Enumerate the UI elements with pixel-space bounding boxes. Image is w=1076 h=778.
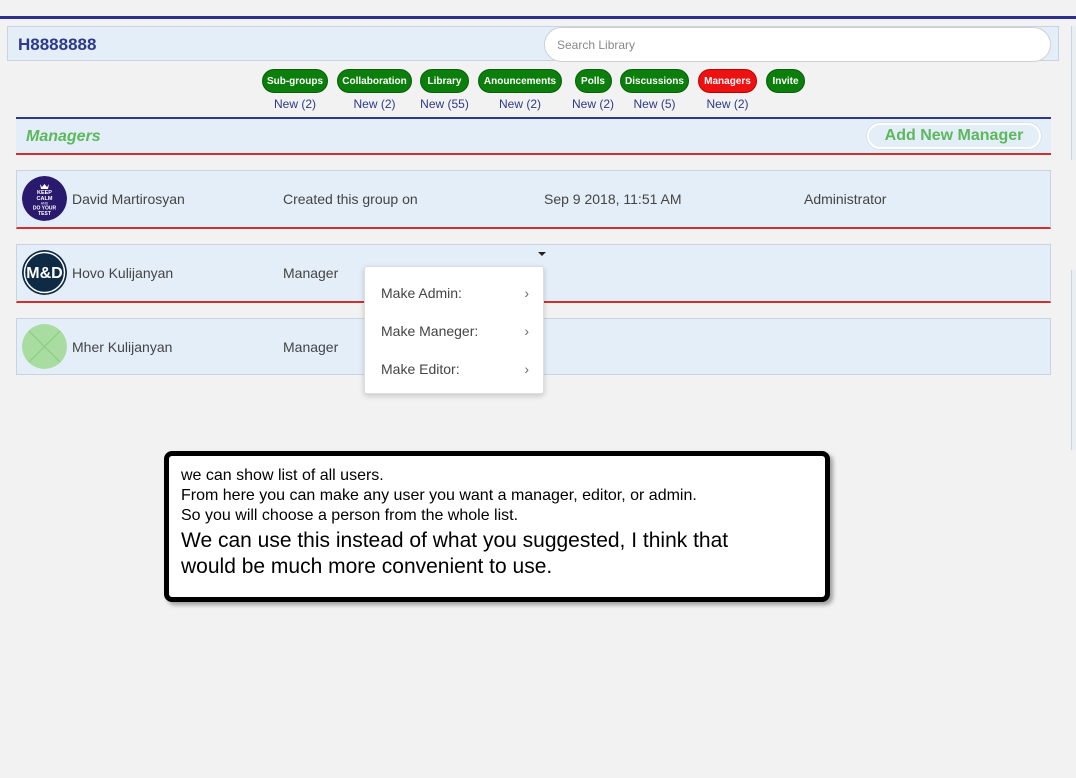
nav-pill-managers[interactable]: Managers (698, 69, 757, 93)
note-line: we can show list of all users. (181, 467, 384, 484)
menu-item-make-manager[interactable]: Make Maneger: › (365, 312, 543, 350)
keep-calm-avatar-icon: KEEP CALM AND DO YOUR TEST (22, 176, 67, 221)
add-new-manager-button[interactable]: Add New Manager (867, 123, 1041, 149)
manager-role-text: Manager (283, 265, 339, 281)
svg-text:TEST: TEST (38, 211, 51, 217)
group-header: H8888888 (7, 26, 1059, 62)
md-logo-avatar-icon: M&D (22, 250, 67, 295)
nav-item-discussions[interactable]: Discussions New (5) (620, 69, 689, 111)
dropdown-caret-icon[interactable] (538, 252, 546, 256)
nav-pill-invite[interactable]: Invite (766, 69, 805, 93)
nav-count: New (5) (633, 97, 676, 111)
nav-count: New (2) (498, 97, 541, 111)
note-line: So you will choose a person from the who… (181, 507, 519, 524)
nav-item-managers[interactable]: Managers New (2) (698, 69, 757, 111)
manager-title: Administrator (804, 191, 887, 207)
nav-item-invite[interactable]: Invite (766, 69, 805, 93)
note-line: We can use this instead of what you sugg… (181, 529, 729, 552)
group-nav: Sub-groups New (2) Collaboration New (2)… (0, 69, 1076, 114)
menu-item-make-admin[interactable]: Make Admin: › (365, 274, 543, 312)
chevron-right-icon: › (524, 285, 529, 301)
created-date: Sep 9 2018, 11:51 AM (544, 191, 682, 207)
nav-item-polls[interactable]: Polls New (2) (572, 69, 614, 111)
menu-item-make-editor[interactable]: Make Editor: › (365, 350, 543, 388)
search-library-input[interactable] (544, 27, 1051, 62)
section-title: Managers (26, 128, 101, 145)
nav-item-anouncements[interactable]: Anouncements New (2) (478, 69, 562, 111)
nav-pill-sub-groups[interactable]: Sub-groups (262, 69, 328, 93)
manager-role-text: Created this group on (283, 191, 418, 207)
manager-name[interactable]: Mher Kulijanyan (72, 339, 172, 355)
note-line: would be much more convenient to use. (181, 555, 553, 578)
menu-item-label: Make Maneger: (381, 323, 479, 339)
top-accent-line (0, 16, 1076, 19)
nav-pill-discussions[interactable]: Discussions (620, 69, 689, 93)
role-dropdown-menu: Make Admin: › Make Maneger: › Make Edito… (364, 266, 544, 394)
chevron-right-icon: › (524, 361, 529, 377)
nav-count: New (2) (353, 97, 396, 111)
group-title: H8888888 (18, 35, 97, 54)
nav-pill-collaboration[interactable]: Collaboration (337, 69, 412, 93)
managers-section-bar: Managers Add New Manager (16, 117, 1051, 155)
note-line: From here you can make any user you want… (181, 487, 697, 504)
nav-count: New (2) (273, 97, 316, 111)
svg-text:M&D: M&D (26, 265, 62, 282)
placeholder-avatar-icon (22, 324, 67, 369)
nav-pill-polls[interactable]: Polls (574, 69, 612, 93)
nav-count: New (55) (420, 97, 469, 111)
menu-item-label: Make Admin: (381, 285, 462, 301)
side-panel-edge (1071, 270, 1076, 450)
nav-item-collaboration[interactable]: Collaboration New (2) (337, 69, 412, 111)
nav-pill-library[interactable]: Library (420, 69, 469, 93)
nav-pill-anouncements[interactable]: Anouncements (478, 69, 562, 93)
nav-count: New (2) (706, 97, 749, 111)
manager-row[interactable]: KEEP CALM AND DO YOUR TEST David Martiro… (16, 170, 1051, 229)
manager-role-text: Manager (283, 339, 339, 355)
menu-item-label: Make Editor: (381, 361, 460, 377)
chevron-right-icon: › (524, 323, 529, 339)
nav-item-library[interactable]: Library New (55) (420, 69, 469, 111)
nav-count: New (2) (572, 97, 615, 111)
manager-name[interactable]: David Martirosyan (72, 191, 185, 207)
nav-item-sub-groups[interactable]: Sub-groups New (2) (262, 69, 328, 111)
annotation-note: we can show list of all users. From here… (164, 451, 830, 602)
manager-name[interactable]: Hovo Kulijanyan (72, 265, 173, 281)
